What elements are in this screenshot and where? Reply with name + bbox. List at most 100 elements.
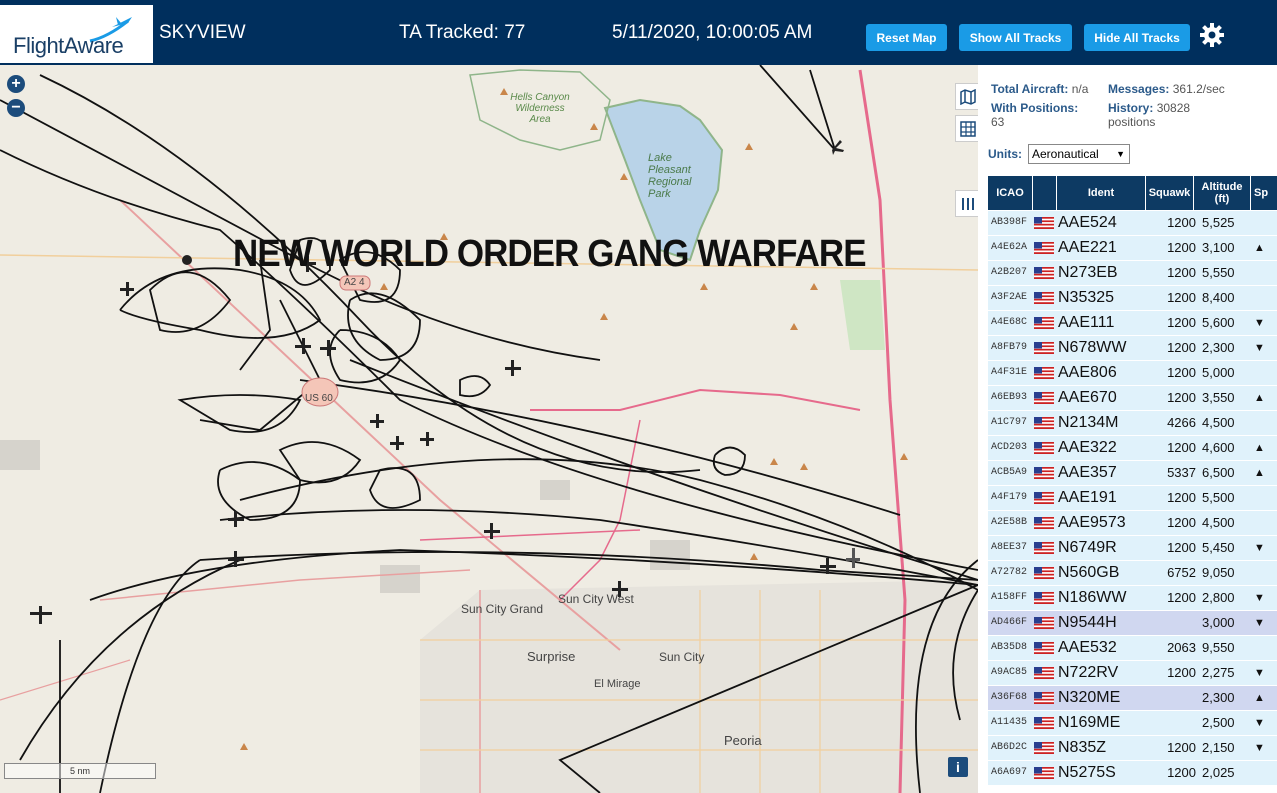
- us-flag-icon: [1034, 642, 1054, 654]
- row-trend: ▲: [1254, 392, 1265, 404]
- us-flag-icon: [1034, 292, 1054, 304]
- map-layer-button[interactable]: [955, 83, 978, 110]
- row-icao: A72782: [991, 567, 1028, 578]
- route-123: [419, 529, 641, 541]
- table-row[interactable]: A11435 N169ME 2,500 ▼: [988, 711, 1277, 735]
- row-icao: A36F68: [991, 692, 1028, 703]
- row-altitude: 2,300: [1202, 340, 1235, 355]
- us-flag-icon: [1034, 267, 1054, 279]
- col-header-icao[interactable]: ICAO: [988, 176, 1032, 210]
- row-ident: N169ME: [1058, 714, 1121, 731]
- us-flag-icon: [1034, 242, 1054, 254]
- row-icao: AB35D8: [991, 642, 1028, 653]
- table-row[interactable]: A72782 N560GB 6752 9,050: [988, 561, 1277, 585]
- row-altitude: 2,800: [1202, 590, 1235, 605]
- row-squawk: [1150, 711, 1196, 735]
- row-altitude: 2,300: [1202, 690, 1235, 705]
- table-row[interactable]: A2E58B AAE9573 1200 4,500: [988, 511, 1277, 535]
- map-label-surprise: Surprise: [527, 649, 576, 664]
- row-icao: AD466F: [991, 617, 1028, 628]
- table-row[interactable]: AB398F AAE524 1200 5,525: [988, 211, 1277, 235]
- urban-block: [650, 540, 690, 570]
- row-altitude: 4,600: [1202, 440, 1235, 455]
- grid-toggle-button[interactable]: [955, 115, 978, 142]
- row-altitude: 5,550: [1202, 265, 1235, 280]
- row-ident: AAE221: [1058, 239, 1117, 256]
- row-altitude: 5,500: [1202, 490, 1235, 505]
- table-row[interactable]: A2B207 N273EB 1200 5,550: [988, 261, 1277, 285]
- table-row[interactable]: A36F68 N320ME 2,300 ▲: [988, 686, 1277, 710]
- row-altitude: 8,400: [1202, 290, 1235, 305]
- table-row[interactable]: AD466F N9544H 3,000 ▼: [988, 611, 1277, 635]
- row-altitude: 5,000: [1202, 365, 1235, 380]
- row-ident: AAE111: [1058, 314, 1115, 331]
- table-row[interactable]: A9AC85 N722RV 1200 2,275 ▼: [988, 661, 1277, 685]
- us-flag-icon: [1034, 567, 1054, 579]
- row-ident: AAE191: [1058, 489, 1117, 506]
- row-ident: N9544H: [1058, 614, 1117, 631]
- gear-icon[interactable]: [1199, 22, 1225, 48]
- map-label-hells-canyon: Hells Canyon Wilderness Area: [510, 92, 570, 125]
- flightaware-logo[interactable]: FlightAware: [0, 5, 153, 63]
- us-flag-icon: [1034, 542, 1054, 554]
- us-flag-icon: [1034, 467, 1054, 479]
- overlay-headline: NEW WORLD ORDER GANG WARFARE: [233, 233, 867, 275]
- row-ident: AAE9573: [1058, 514, 1126, 531]
- table-row[interactable]: A4F179 AAE191 1200 5,500: [988, 486, 1277, 510]
- col-header-flag[interactable]: [1033, 176, 1056, 210]
- messages-value: 361.2/sec: [1172, 82, 1225, 96]
- table-row[interactable]: A4E68C AAE111 1200 5,600 ▼: [988, 311, 1277, 335]
- zoom-in-button[interactable]: +: [7, 75, 25, 93]
- map-canvas[interactable]: [0, 65, 978, 793]
- table-row[interactable]: A1C797 N2134M 4266 4,500: [988, 411, 1277, 435]
- row-squawk: 1200: [1167, 365, 1196, 380]
- row-altitude: 3,550: [1202, 390, 1235, 405]
- show-all-tracks-button[interactable]: Show All Tracks: [959, 24, 1072, 51]
- with-positions-value: 63: [991, 115, 1005, 129]
- row-altitude: 4,500: [1202, 415, 1235, 430]
- hide-all-tracks-button[interactable]: Hide All Tracks: [1084, 24, 1190, 51]
- row-squawk: 6752: [1167, 565, 1196, 580]
- table-row[interactable]: A3F2AE N35325 1200 8,400: [988, 286, 1277, 310]
- tracked-count: TA Tracked: 77: [399, 22, 526, 43]
- us-flag-icon: [1034, 217, 1054, 229]
- row-icao: A1C797: [991, 417, 1028, 428]
- row-altitude: 5,525: [1202, 215, 1235, 230]
- row-squawk: 1200: [1167, 265, 1196, 280]
- table-row[interactable]: A4E62A AAE221 1200 3,100 ▲: [988, 236, 1277, 260]
- row-squawk: 2063: [1167, 640, 1196, 655]
- table-row[interactable]: AB6D2C N835Z 1200 2,150 ▼: [988, 736, 1277, 760]
- table-row[interactable]: ACB5A9 AAE357 5337 6,500 ▲: [988, 461, 1277, 485]
- col-header-squawk[interactable]: Squawk: [1146, 176, 1193, 210]
- table-row[interactable]: A8EE37 N6749R 1200 5,450 ▼: [988, 536, 1277, 560]
- row-ident: N722RV: [1058, 664, 1119, 681]
- col-header-altitude[interactable]: Altitude (ft): [1194, 176, 1250, 210]
- row-squawk: 1200: [1167, 340, 1196, 355]
- row-icao: AB6D2C: [991, 742, 1028, 753]
- table-row[interactable]: A8FB79 N678WW 1200 2,300 ▼: [988, 336, 1277, 360]
- row-ident: N320ME: [1058, 689, 1121, 706]
- with-positions-label: With Positions:: [991, 101, 1079, 115]
- us-flag-icon: [1034, 367, 1054, 379]
- table-row[interactable]: AB35D8 AAE532 2063 9,550: [988, 636, 1277, 660]
- zoom-out-button[interactable]: −: [7, 99, 25, 117]
- logo-text: FlightAware: [13, 33, 124, 58]
- table-row[interactable]: A4F31E AAE806 1200 5,000: [988, 361, 1277, 385]
- col-header-ident[interactable]: Ident: [1057, 176, 1145, 210]
- row-icao: A6A697: [991, 767, 1028, 778]
- panel-toggle-button[interactable]: [955, 190, 978, 217]
- info-button[interactable]: i: [948, 757, 968, 777]
- reset-map-button[interactable]: Reset Map: [866, 24, 947, 51]
- table-row[interactable]: A6EB93 AAE670 1200 3,550 ▲: [988, 386, 1277, 410]
- units-select[interactable]: Aeronautical ▼: [1028, 144, 1130, 164]
- row-squawk: 1200: [1167, 590, 1196, 605]
- table-row[interactable]: ACD203 AAE322 1200 4,600 ▲: [988, 436, 1277, 460]
- aircraft-panel: Total Aircraft: n/a Messages: 361.2/sec …: [978, 65, 1277, 793]
- col-header-speed[interactable]: Sp: [1251, 176, 1277, 210]
- scale-bar: 5 nm: [4, 763, 156, 779]
- table-row[interactable]: A158FF N186WW 1200 2,800 ▼: [988, 586, 1277, 610]
- row-ident: AAE532: [1058, 639, 1117, 656]
- table-row[interactable]: A6A697 N5275S 1200 2,025: [988, 761, 1277, 785]
- map-area[interactable]: Hells Canyon Wilderness Area Lake Pleasa…: [0, 65, 978, 793]
- row-icao: ACD203: [991, 442, 1028, 453]
